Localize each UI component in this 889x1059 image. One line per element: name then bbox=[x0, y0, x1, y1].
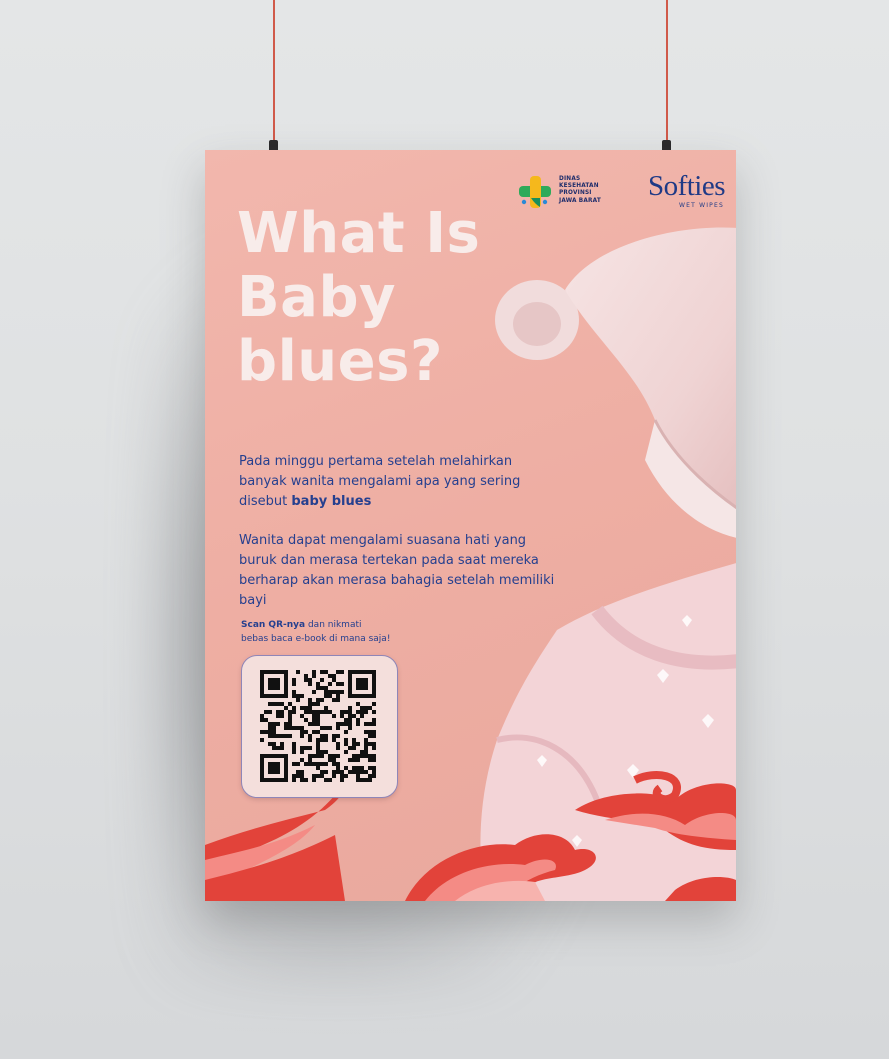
softies-tagline: WET WIPES bbox=[678, 202, 724, 209]
qr-code-card[interactable] bbox=[241, 655, 398, 798]
intro-paragraph: Pada minggu pertama setelah melahirkan b… bbox=[239, 452, 559, 512]
scan-text-line2: bebas baca e-book di mana saja! bbox=[241, 634, 391, 644]
softies-logo: Softies WET WIPES bbox=[619, 170, 729, 210]
title-line-1: What Is bbox=[237, 201, 481, 266]
qr-code-image[interactable] bbox=[260, 670, 376, 782]
poster-title: What Is Baby blues? bbox=[237, 202, 537, 394]
poster: DINAS KESEHATAN PROVINSI JAWA BARAT Soft… bbox=[205, 150, 736, 901]
title-line-2: Baby bbox=[237, 265, 397, 330]
scan-instruction: Scan QR-nya dan nikmati bebas baca e-boo… bbox=[241, 618, 461, 646]
description-paragraph: Wanita dapat mengalami suasana hati yang… bbox=[239, 533, 555, 608]
dinas-kesehatan-text: DINAS KESEHATAN PROVINSI JAWA BARAT bbox=[559, 174, 601, 204]
scan-emphasis: Scan QR-nya bbox=[241, 620, 306, 630]
scan-text-rest: dan nikmati bbox=[305, 620, 362, 630]
intro-emphasis: baby blues bbox=[291, 494, 372, 509]
hanging-string-right bbox=[666, 0, 668, 142]
hanging-string-left bbox=[273, 0, 275, 142]
title-line-3: blues? bbox=[237, 329, 443, 394]
softies-brand-name: Softies bbox=[647, 170, 726, 202]
intro-text: Pada minggu pertama setelah melahirkan b… bbox=[239, 454, 521, 509]
